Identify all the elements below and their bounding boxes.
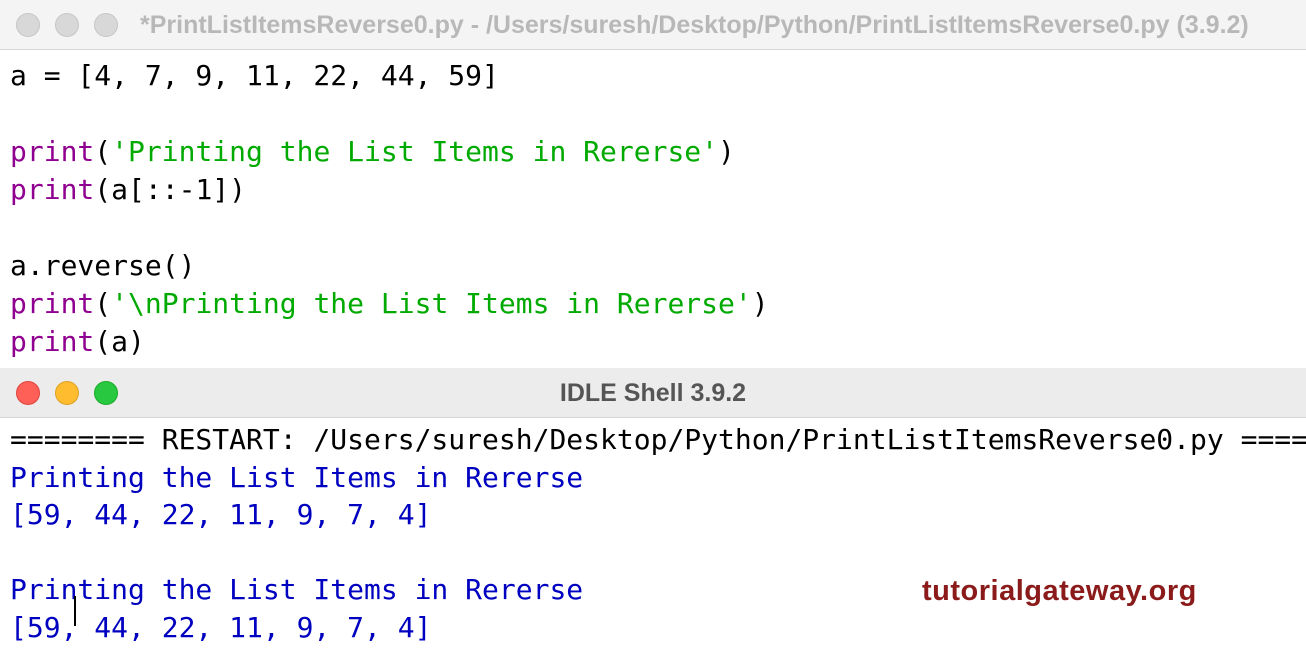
shell-window-title: IDLE Shell 3.9.2 [559,379,747,407]
minimize-window-button[interactable] [55,13,79,37]
keyword-token: print [10,325,95,358]
shell-output-line: [59, 44, 22, 11, 9, 7, 4] [10,610,432,644]
editor-window: *PrintListItemsReverse0.py - /Users/sure… [0,0,1306,368]
editor-window-controls [16,13,118,37]
watermark-text: tutorialgateway.org [922,575,1197,607]
shell-output-area[interactable]: ======== RESTART: /Users/suresh/Desktop/… [0,418,1306,646]
zoom-window-button[interactable] [94,13,118,37]
code-line[interactable]: a.reverse() [10,247,1296,285]
keyword-token: print [10,135,95,168]
close-window-button[interactable] [16,13,40,37]
editor-titlebar[interactable]: *PrintListItemsReverse0.py - /Users/sure… [0,0,1306,50]
shell-window: IDLE Shell 3.9.2 ======== RESTART: /User… [0,368,1306,652]
code-token: a = [4, 7, 9, 11, 22, 44, 59] [10,59,499,92]
code-line[interactable]: print('\nPrinting the List Items in Rere… [10,285,1296,323]
shell-titlebar[interactable]: IDLE Shell 3.9.2 [0,368,1306,418]
code-line[interactable]: print(a[::-1]) [10,171,1296,209]
code-token: ( [94,287,112,320]
shell-output-line: [59, 44, 22, 11, 9, 7, 4] [10,498,432,531]
shell-output-line: Printing the List Items in Rererse [10,460,584,494]
code-token: a.reverse() [10,249,196,282]
code-line[interactable] [10,95,1296,133]
restart-banner: ======== RESTART: /Users/suresh/Desktop/… [10,423,1306,456]
shell-output-line [10,534,1296,572]
string-token: 'Printing the List Items in Rererse' [111,135,719,168]
code-token: ) [718,135,735,168]
text-cursor [74,596,76,626]
code-line[interactable] [10,209,1296,247]
keyword-token: print [10,173,95,206]
code-token: (a) [94,325,145,358]
code-token: ( [94,135,112,168]
code-line[interactable]: print(a) [10,323,1296,361]
editor-window-title: *PrintListItemsReverse0.py - /Users/sure… [140,11,1249,39]
editor-code-area[interactable]: a = [4, 7, 9, 11, 22, 44, 59] print('Prin… [0,50,1306,361]
code-token: (a[::-1]) [94,173,247,206]
code-line[interactable]: a = [4, 7, 9, 11, 22, 44, 59] [10,57,1296,95]
string-token: '\nPrinting the List Items in Rererse' [111,287,752,320]
code-token: ) [751,287,769,320]
keyword-token: print [10,287,95,320]
code-line[interactable]: print('Printing the List Items in Rerers… [10,133,1296,171]
